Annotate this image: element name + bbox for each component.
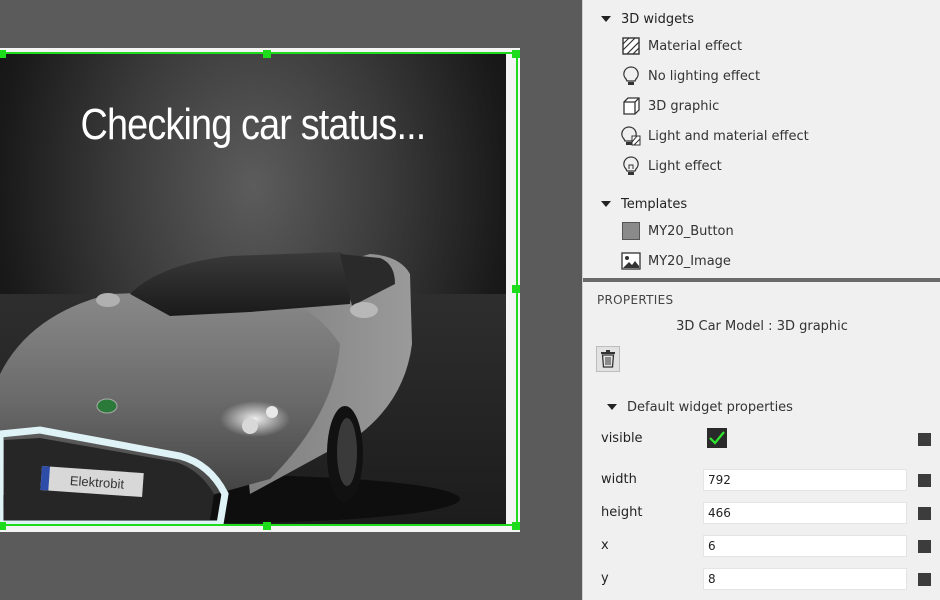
canvas-viewport[interactable]: Checking car status... Elektrobit bbox=[0, 0, 582, 600]
prop-label: width bbox=[601, 472, 637, 487]
resize-handle-bottom[interactable] bbox=[263, 522, 271, 530]
caret-down-icon bbox=[607, 404, 617, 410]
tree-item-my20-button[interactable]: MY20_Button bbox=[621, 219, 734, 243]
tree-item-my20-image[interactable]: MY20_Image bbox=[621, 249, 731, 273]
prop-row-width: width bbox=[583, 469, 940, 493]
tree-group-label: 3D widgets bbox=[621, 11, 695, 27]
tree-item-light-effect[interactable]: Light effect bbox=[621, 154, 722, 178]
tree-item-light-and-material-effect[interactable]: Light and material effect bbox=[621, 124, 809, 148]
x-input[interactable] bbox=[703, 535, 907, 557]
tree-group-templates[interactable]: Templates bbox=[601, 194, 687, 214]
prop-row-height: height bbox=[583, 502, 940, 526]
bind-toggle-height[interactable] bbox=[918, 507, 931, 520]
tree-item-label: No lighting effect bbox=[648, 68, 761, 84]
image-template-icon bbox=[621, 251, 641, 271]
bind-toggle-width[interactable] bbox=[918, 474, 931, 487]
resize-handle-right[interactable] bbox=[512, 285, 520, 293]
tree-item-label: 3D graphic bbox=[648, 98, 720, 114]
section-default-widget-properties[interactable]: Default widget properties bbox=[607, 398, 793, 416]
scene-preview[interactable]: Checking car status... Elektrobit bbox=[0, 54, 506, 526]
resize-handle-bottom-right[interactable] bbox=[512, 522, 520, 530]
car-mirror-right bbox=[350, 302, 378, 318]
widget-tree: 3D widgets Material effect No lighting e… bbox=[583, 0, 940, 278]
prop-row-y: y bbox=[583, 568, 940, 592]
resize-handle-top-left[interactable] bbox=[0, 50, 6, 58]
height-input[interactable] bbox=[703, 502, 907, 524]
side-panel: 3D widgets Material effect No lighting e… bbox=[582, 0, 940, 600]
bulb-icon bbox=[621, 156, 641, 176]
resize-handle-top-right[interactable] bbox=[512, 50, 520, 58]
bind-toggle-visible[interactable] bbox=[918, 433, 931, 446]
prop-row-visible: visible bbox=[583, 428, 940, 452]
trash-icon bbox=[601, 350, 615, 368]
bulb-material-icon bbox=[621, 126, 641, 146]
tree-item-material-effect[interactable]: Material effect bbox=[621, 34, 742, 58]
y-input[interactable] bbox=[703, 568, 907, 590]
properties-panel: PROPERTIES 3D Car Model : 3D graphic Def… bbox=[583, 282, 940, 600]
visible-checkbox[interactable] bbox=[707, 428, 727, 448]
tree-item-label: MY20_Button bbox=[648, 223, 734, 239]
section-label: Default widget properties bbox=[627, 399, 793, 415]
prop-label: height bbox=[601, 505, 643, 520]
tree-group-label: Templates bbox=[621, 196, 688, 212]
bulb-off-icon bbox=[621, 66, 641, 86]
resize-handle-bottom-left[interactable] bbox=[0, 522, 6, 530]
headlight-bulb bbox=[242, 418, 258, 434]
tree-item-label: Light effect bbox=[648, 158, 722, 174]
delete-button[interactable] bbox=[596, 346, 620, 372]
prop-label: visible bbox=[601, 431, 643, 446]
tree-item-label: Light and material effect bbox=[648, 128, 809, 144]
headlight-bulb bbox=[266, 406, 278, 418]
button-template-icon bbox=[621, 221, 641, 241]
tree-item-no-lighting-effect[interactable]: No lighting effect bbox=[621, 64, 760, 88]
scene-title: Checking car status... bbox=[80, 100, 427, 149]
car-badge bbox=[96, 398, 118, 414]
properties-subtitle: 3D Car Model : 3D graphic bbox=[676, 319, 848, 334]
tree-group-3d-widgets[interactable]: 3D widgets bbox=[601, 9, 694, 29]
caret-down-icon bbox=[601, 16, 611, 22]
check-icon bbox=[709, 431, 725, 445]
bind-toggle-y[interactable] bbox=[918, 573, 931, 586]
canvas-frame: Checking car status... Elektrobit bbox=[0, 48, 520, 532]
width-input[interactable] bbox=[703, 469, 907, 491]
properties-header: PROPERTIES bbox=[597, 293, 674, 307]
tree-item-3d-graphic[interactable]: 3D graphic bbox=[621, 94, 719, 118]
tree-item-label: MY20_Image bbox=[648, 253, 731, 269]
prop-row-x: x bbox=[583, 535, 940, 559]
prop-label: y bbox=[601, 571, 609, 586]
resize-handle-top[interactable] bbox=[263, 50, 271, 58]
prop-label: x bbox=[601, 538, 609, 553]
bind-toggle-x[interactable] bbox=[918, 540, 931, 553]
tree-item-label: Material effect bbox=[648, 38, 743, 54]
car-windshield bbox=[130, 252, 352, 316]
material-effect-icon bbox=[621, 36, 641, 56]
car-model[interactable]: Elektrobit bbox=[0, 194, 506, 526]
cube-icon bbox=[621, 96, 641, 116]
caret-down-icon bbox=[601, 201, 611, 207]
front-wheel-rim bbox=[337, 418, 357, 486]
car-mirror-left bbox=[96, 293, 120, 307]
